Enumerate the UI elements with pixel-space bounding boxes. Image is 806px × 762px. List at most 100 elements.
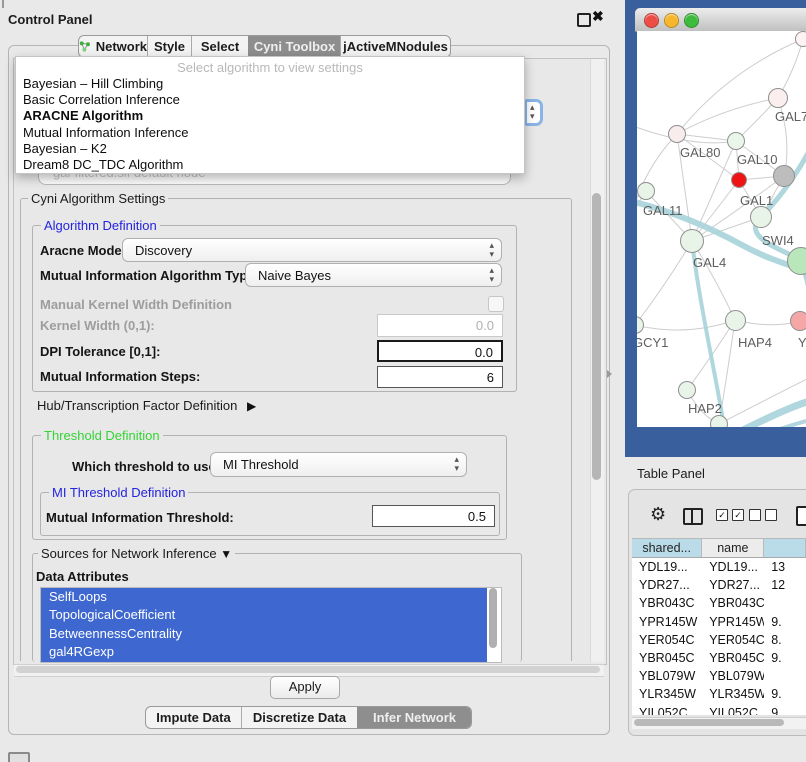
table-cell: YDR27... [702,576,764,594]
deselect-all-columns-icon[interactable] [749,509,777,521]
column-header-3[interactable] [764,538,806,558]
tab-infer-network[interactable]: Infer Network [357,707,471,728]
tab-jactivemnodules[interactable]: jActiveMNodules [340,36,450,57]
which-threshold-combo[interactable]: MI Threshold ▴▾ [210,452,467,477]
tab-select[interactable]: Select [191,36,248,57]
algorithm-option[interactable]: Bayesian – Hill Climbing [16,76,524,92]
algorithm-option[interactable]: Mutual Information Inference [16,125,524,141]
mi-type-combo[interactable]: Naive Bayes ▴▾ [245,263,502,287]
algorithm-option[interactable]: Dream8 DC_TDC Algorithm [16,157,524,173]
close-icon[interactable]: ✖ [592,8,604,25]
dpi-tolerance-field[interactable]: 0.0 [377,340,503,362]
table-cell: YBR045C [632,649,702,667]
network-edge[interactable] [637,320,735,330]
network-node-y[interactable] [790,311,806,331]
close-traffic-light-icon[interactable] [644,13,659,28]
tab-network[interactable]: Network [79,36,147,57]
table-cell: YBR045C [702,649,764,667]
aracne-mode-label: Aracne Mode: [40,243,126,258]
attribute-item[interactable]: TopologicalCoefficient [41,606,487,624]
manual-kernel-label: Manual Kernel Width Definition [40,297,232,312]
manual-kernel-checkbox[interactable] [488,296,504,312]
threshold-definition-title: Threshold Definition [41,428,163,443]
sources-title: Sources for Network Inference [41,546,217,561]
network-node-gal1[interactable] [731,172,747,188]
network-node-gal4[interactable] [680,229,704,253]
algorithm-option[interactable]: Bayesian – K2 [16,141,524,157]
attribute-item[interactable]: BetweennessCentrality [41,625,487,643]
network-node-gal80[interactable] [668,125,686,143]
mi-threshold-field[interactable]: 0.5 [372,505,495,527]
apply-button[interactable]: Apply [270,676,340,699]
network-node-hap4[interactable] [725,310,746,331]
network-node-gal11[interactable] [637,182,655,200]
network-node-gal7[interactable] [768,88,788,108]
hub-definition-expander[interactable]: Hub/Transcription Factor Definition ▶ [37,398,256,413]
network-node[interactable] [795,31,806,47]
network-node-swi4[interactable] [750,206,772,228]
table-settings-gear-icon[interactable]: ⚙ [650,504,666,525]
hub-definition-label: Hub/Transcription Factor Definition [37,398,237,413]
attribute-item[interactable]: gal4RGexp [41,643,487,661]
table-cell: 13 [764,558,806,576]
table-cell [764,667,806,685]
tab-discretize-data[interactable]: Discretize Data [241,707,357,728]
table-cell: YBL079W [702,667,764,685]
table-row[interactable]: YPR145WYPR145W9. [632,613,806,631]
select-all-columns-icon[interactable]: ✓✓ [716,509,744,521]
table-panel-title: Table Panel [637,466,705,481]
node-label: GCY1 [637,335,668,350]
table-cell: YPR145W [702,613,764,631]
expand-right-icon: ▶ [247,399,256,413]
table-row[interactable]: YDR27...YDR27...12 [632,576,806,594]
table-cell: YBR043C [632,594,702,612]
algorithm-option[interactable]: ARACNE Algorithm [16,108,524,124]
network-view-canvas[interactable]: GAL7GAL80GAL10GAL1SWI4GAL11GAL4GCY1HAP4Y… [637,31,806,427]
table-row[interactable]: YBR043CYBR043C [632,594,806,612]
attribute-item[interactable]: SelfLoops [41,588,487,606]
mi-steps-field[interactable]: 6 [377,366,503,388]
settings-hscrollbar-thumb[interactable] [16,666,600,673]
network-node-gal10[interactable] [727,132,745,150]
network-node-hap2[interactable] [678,381,696,399]
network-edge[interactable] [637,123,736,143]
network-edge[interactable] [637,241,692,325]
column-layout-icon[interactable] [683,508,703,525]
column-header-2[interactable]: name [702,538,764,558]
algorithm-option[interactable]: Basic Correlation Inference [16,92,524,108]
table-row[interactable]: YLR345WYLR345W9. [632,685,806,703]
zoom-traffic-light-icon[interactable] [684,13,699,28]
column-header-1[interactable]: shared... [632,538,702,558]
minimize-traffic-light-icon[interactable] [664,13,679,28]
sources-expander[interactable]: Sources for Network Inference ▼ [38,546,235,561]
float-window-icon[interactable] [577,13,591,27]
table-row[interactable]: YBL079WYBL079W [632,667,806,685]
network-node[interactable] [710,415,728,427]
table-hscrollbar-thumb[interactable] [634,719,784,726]
table-row[interactable]: YIL052CYIL052C9. [632,704,806,716]
tab-label: Infer Network [373,710,456,725]
tab-impute-data[interactable]: Impute Data [146,707,241,728]
focused-combo-fragment[interactable]: ▴▾ [524,99,543,126]
settings-vscrollbar-thumb[interactable] [592,193,601,480]
tab-style[interactable]: Style [147,36,191,57]
tab-cyni-toolbox[interactable]: Cyni Toolbox [248,36,340,57]
tab-label: Style [154,39,185,54]
table-row[interactable]: YBR045CYBR045C9. [632,649,806,667]
kernel-width-field[interactable]: 0.0 [377,314,503,337]
table-cell: 9. [764,685,806,703]
tab-label: jActiveMNodules [343,39,448,54]
corner-grid-icon[interactable] [8,752,30,762]
node-label: GAL7 [775,109,806,124]
network-node[interactable] [773,165,795,187]
aracne-mode-combo[interactable]: Discovery ▴▾ [122,238,502,262]
splitpane-toggle-icon[interactable] [607,370,612,378]
network-window-titlebar[interactable] [635,8,806,32]
combo-spinner-icon: ▴▾ [454,455,459,473]
table-cell: YDL19... [632,558,702,576]
attributes-scrollbar-thumb[interactable] [489,588,497,648]
table-export-icon[interactable] [796,506,806,526]
tab-label: Cyni Toolbox [254,39,335,54]
table-row[interactable]: YDL19...YDL19...13 [632,558,806,576]
table-row[interactable]: YER054CYER054C8. [632,631,806,649]
